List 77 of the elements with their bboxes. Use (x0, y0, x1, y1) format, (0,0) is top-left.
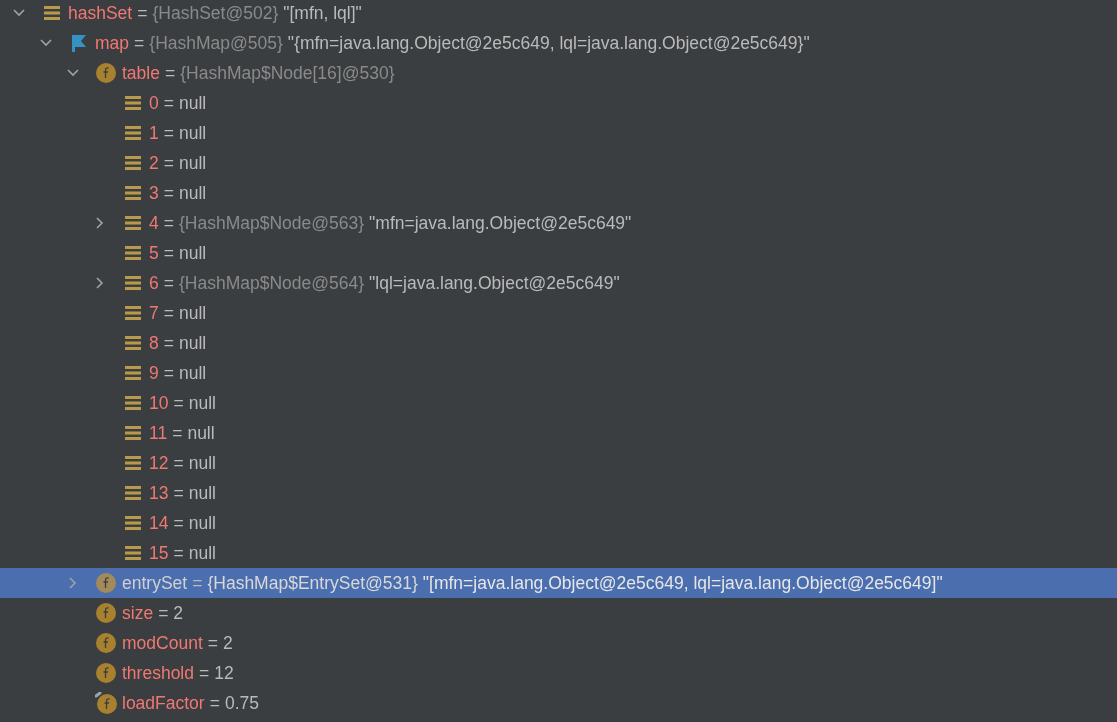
variable-text: threshold = 12 (122, 662, 234, 684)
array-icon (125, 395, 141, 411)
tree-row[interactable]: size = 2 (0, 598, 1117, 628)
tree-row[interactable]: loadFactor = 0.75 (0, 688, 1117, 718)
tree-row[interactable]: map = {HashMap@505} "{mfn=java.lang.Object@2e5c649, lql=java.lang.Object@2e5c649}" (0, 28, 1117, 58)
final-field-icon (95, 692, 117, 714)
array-icon (125, 215, 141, 231)
tree-row[interactable]: 3 = null (0, 178, 1117, 208)
field-icon (96, 633, 116, 653)
expand-chevron-icon[interactable] (96, 217, 104, 229)
array-icon (125, 365, 141, 381)
field-icon (96, 573, 116, 593)
expand-chevron-icon[interactable] (96, 277, 104, 289)
field-icon (96, 63, 116, 83)
array-icon (125, 245, 141, 261)
variable-text: 12 = null (149, 452, 216, 474)
tree-row[interactable]: table = {HashMap$Node[16]@530} (0, 58, 1117, 88)
array-icon (125, 305, 141, 321)
variable-text: entrySet = {HashMap$EntrySet@531} "[mfn=java.lang.Object@2e5c649, lql=java.lang.Object@2e5c649]" (122, 572, 943, 594)
tree-row[interactable]: hashSet = {HashSet@502} "[mfn, lql]" (0, 0, 1117, 28)
variable-text: loadFactor = 0.75 (122, 692, 259, 714)
variable-text: 10 = null (149, 392, 216, 414)
variable-text: 7 = null (149, 302, 207, 324)
variable-text: table = {HashMap$Node[16]@530} (122, 62, 396, 84)
variable-text: 3 = null (149, 182, 207, 204)
array-icon (125, 425, 141, 441)
tree-row[interactable]: 7 = null (0, 298, 1117, 328)
tree-row[interactable]: 10 = null (0, 388, 1117, 418)
tree-row[interactable]: modCount = 2 (0, 628, 1117, 658)
array-icon (125, 185, 141, 201)
tree-row[interactable]: 14 = null (0, 508, 1117, 538)
tree-row[interactable]: 2 = null (0, 148, 1117, 178)
field-icon (96, 663, 116, 683)
variable-text: 1 = null (149, 122, 207, 144)
variable-text: 13 = null (149, 482, 216, 504)
array-icon (125, 485, 141, 501)
variable-text: 4 = {HashMap$Node@563} "mfn=java.lang.Object@2e5c649" (149, 212, 632, 234)
collapse-chevron-icon[interactable] (40, 39, 52, 47)
variable-text: 2 = null (149, 152, 207, 174)
array-icon (44, 5, 60, 21)
variable-text: 8 = null (149, 332, 207, 354)
collapse-chevron-icon[interactable] (67, 69, 79, 77)
tree-row[interactable]: 6 = {HashMap$Node@564} "lql=java.lang.Object@2e5c649" (0, 268, 1117, 298)
variable-text: 5 = null (149, 242, 207, 264)
tree-row[interactable]: 5 = null (0, 238, 1117, 268)
array-icon (125, 95, 141, 111)
variable-text: hashSet = {HashSet@502} "[mfn, lql]" (68, 2, 362, 24)
variable-text: size = 2 (122, 602, 184, 624)
variable-text: 6 = {HashMap$Node@564} "lql=java.lang.Object@2e5c649" (149, 272, 620, 294)
array-icon (125, 515, 141, 531)
tree-row[interactable]: 1 = null (0, 118, 1117, 148)
tree-row[interactable]: 15 = null (0, 538, 1117, 568)
tree-row[interactable]: 4 = {HashMap$Node@563} "mfn=java.lang.Object@2e5c649" (0, 208, 1117, 238)
field-icon (96, 603, 116, 623)
array-icon (125, 335, 141, 351)
tree-row[interactable]: 11 = null (0, 418, 1117, 448)
selected-tree-row[interactable]: entrySet = {HashMap$EntrySet@531} "[mfn=java.lang.Object@2e5c649, lql=java.lang.Object@2e5c649]" (0, 568, 1117, 598)
array-icon (125, 275, 141, 291)
variable-text: modCount = 2 (122, 632, 233, 654)
variable-text: 11 = null (149, 422, 215, 444)
array-icon (125, 125, 141, 141)
tree-row[interactable]: 13 = null (0, 478, 1117, 508)
variable-text: map = {HashMap@505} "{mfn=java.lang.Object@2e5c649, lql=java.lang.Object@2e5c649}" (95, 32, 810, 54)
flag-icon (71, 34, 87, 52)
collapse-chevron-icon[interactable] (13, 9, 25, 17)
variable-text: 15 = null (149, 542, 216, 564)
variable-text: 14 = null (149, 512, 216, 534)
tree-row[interactable]: 0 = null (0, 88, 1117, 118)
variable-text: 0 = null (149, 92, 207, 114)
tree-row[interactable]: threshold = 12 (0, 658, 1117, 688)
array-icon (125, 455, 141, 471)
array-icon (125, 545, 141, 561)
variable-text: 9 = null (149, 362, 207, 384)
array-icon (125, 155, 141, 171)
tree-row[interactable]: 9 = null (0, 358, 1117, 388)
tree-row[interactable]: 12 = null (0, 448, 1117, 478)
tree-row[interactable]: 8 = null (0, 328, 1117, 358)
